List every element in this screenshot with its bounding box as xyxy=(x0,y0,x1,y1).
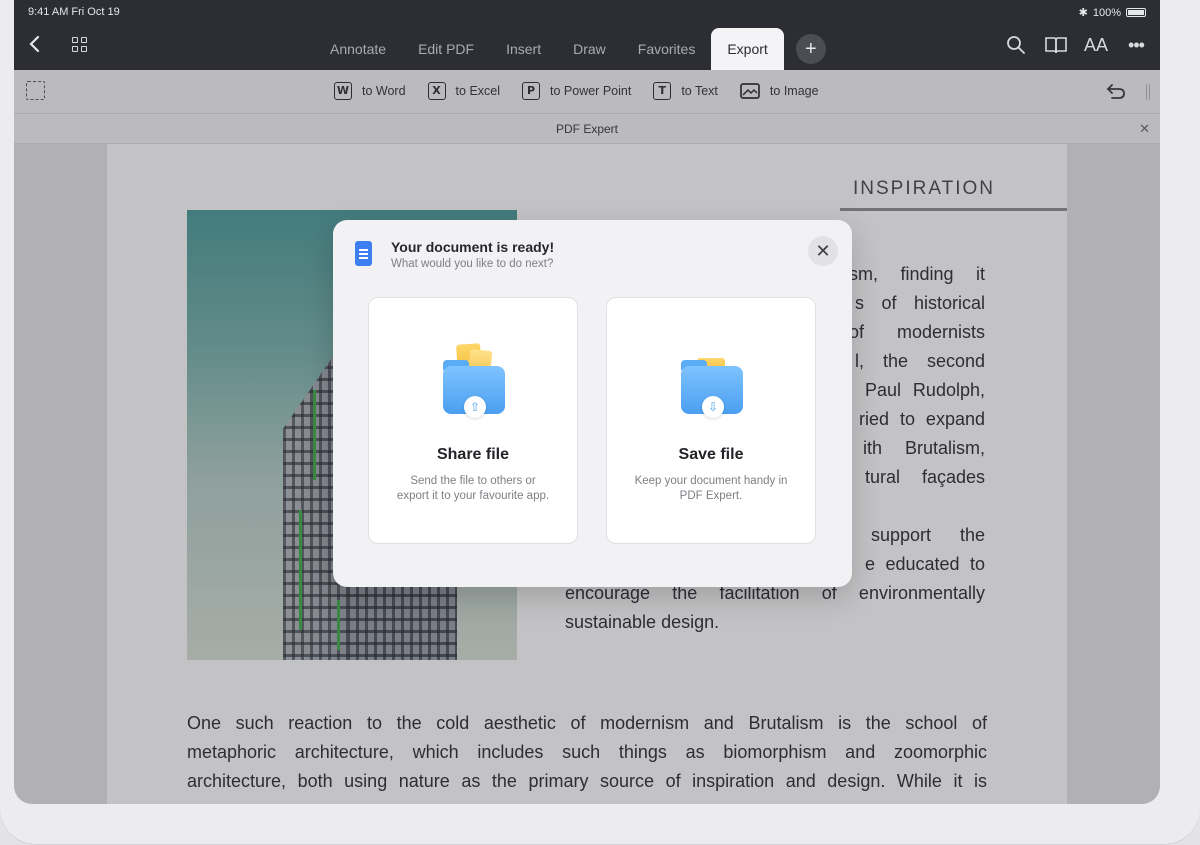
save-file-card[interactable]: ⇩ Save file Keep your document handy in … xyxy=(606,297,816,544)
search-button[interactable] xyxy=(1004,33,1028,57)
grid-icon-cell xyxy=(81,37,87,43)
document-icon xyxy=(355,241,372,266)
grid-icon-cell xyxy=(72,46,78,52)
tab-favorites[interactable]: Favorites xyxy=(622,28,712,70)
dialog-subtitle: What would you like to do next? xyxy=(391,258,554,270)
export-ready-dialog: Your document is ready! What would you l… xyxy=(333,220,852,587)
share-file-card[interactable]: ⇧ Share file Send the file to others or … xyxy=(368,297,578,544)
more-dots-icon: ••• xyxy=(1128,34,1145,55)
more-button[interactable]: ••• xyxy=(1124,33,1148,57)
status-indicators: ✱ 100% xyxy=(1079,6,1146,19)
grid-icon-cell xyxy=(81,46,87,52)
battery-icon xyxy=(1126,8,1146,17)
reading-mode-button[interactable] xyxy=(1044,33,1068,57)
share-file-description: Send the file to others or export it to … xyxy=(396,475,550,502)
tab-export[interactable]: Export xyxy=(711,28,784,70)
share-file-title: Share file xyxy=(436,446,510,463)
text-size-button[interactable]: AA xyxy=(1084,33,1108,57)
dialog-title: Your document is ready! xyxy=(391,239,555,255)
status-time: 9:41 AM Fri Oct 19 xyxy=(28,6,120,18)
add-tab-button[interactable]: + xyxy=(795,34,826,64)
text-size-icon: AA xyxy=(1084,34,1109,55)
share-icon: ⇧ xyxy=(464,396,486,418)
book-icon xyxy=(1045,37,1067,54)
save-file-description: Keep your document handy in PDF Expert. xyxy=(634,475,788,502)
close-dialog-button[interactable]: ✕ xyxy=(808,236,838,266)
bluetooth-icon: ✱ xyxy=(1078,7,1088,19)
chevron-left-icon xyxy=(29,35,40,53)
tab-insert[interactable]: Insert xyxy=(490,28,557,70)
thumbnails-grid-button[interactable] xyxy=(72,37,88,53)
battery-percent: 100% xyxy=(1092,6,1121,19)
back-button[interactable] xyxy=(28,33,48,57)
tab-draw[interactable]: Draw xyxy=(557,28,622,70)
grid-icon xyxy=(72,37,78,43)
save-file-title: Save file xyxy=(678,446,744,463)
top-navigation-bar: 9:41 AM Fri Oct 19 ✱ 100% Annotate Edit … xyxy=(14,0,1160,70)
tab-annotate[interactable]: Annotate xyxy=(314,28,402,70)
download-icon: ⇩ xyxy=(702,396,724,418)
right-toolbar: AA ••• xyxy=(1004,33,1148,57)
tab-edit-pdf[interactable]: Edit PDF xyxy=(402,28,490,70)
mode-tabs: Annotate Edit PDF Insert Draw Favorites … xyxy=(314,28,826,70)
search-icon xyxy=(1007,36,1025,54)
